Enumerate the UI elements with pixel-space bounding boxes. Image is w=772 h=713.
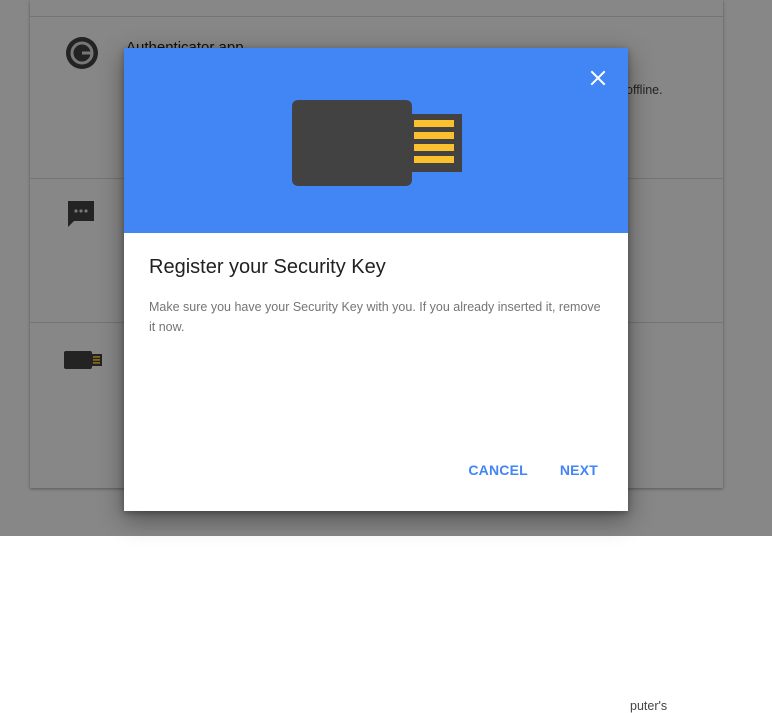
cancel-button[interactable]: CANCEL — [468, 462, 528, 478]
next-button[interactable]: NEXT — [560, 462, 598, 478]
security-key-icon — [292, 100, 462, 186]
dialog-actions: CANCEL NEXT — [468, 462, 598, 478]
dialog-hero-banner — [124, 48, 628, 233]
register-security-key-dialog: Register your Security Key Make sure you… — [124, 48, 628, 511]
close-icon[interactable] — [586, 66, 610, 90]
option-description: puter's — [630, 699, 668, 713]
dialog-title: Register your Security Key — [149, 256, 386, 278]
dialog-body-text: Make sure you have your Security Key wit… — [149, 300, 601, 334]
